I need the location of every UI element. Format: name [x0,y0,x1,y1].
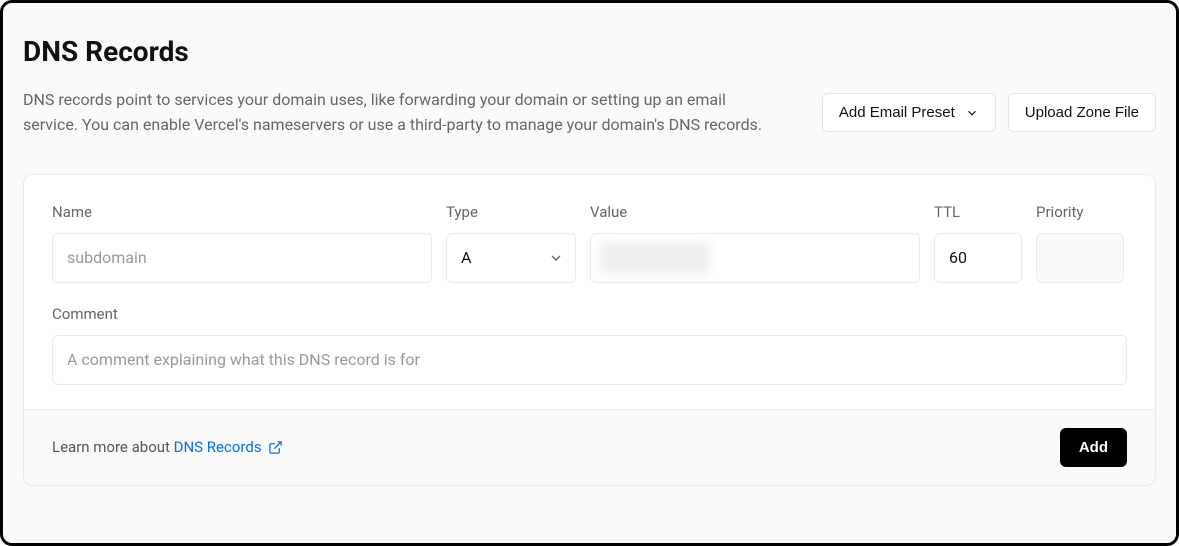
dns-records-page: DNS Records DNS records point to service… [3,3,1176,543]
form-body: Name Type A Value [24,175,1155,409]
comment-input[interactable] [52,335,1127,385]
name-field-group: Name [52,203,432,283]
ttl-label: TTL [934,203,1022,221]
ttl-input[interactable] [934,233,1022,283]
value-redacted-placeholder [600,243,710,273]
add-email-preset-button[interactable]: Add Email Preset [822,93,996,132]
type-select[interactable]: A [446,233,576,283]
form-row-main: Name Type A Value [52,203,1127,283]
learn-more-text: Learn more about DNS Records [52,438,283,456]
add-email-preset-label: Add Email Preset [839,104,955,121]
card-footer: Learn more about DNS Records Add [24,409,1155,485]
external-link-icon [268,440,283,455]
chevron-down-icon [965,106,979,120]
priority-field-group: Priority [1036,203,1124,283]
upload-zone-file-button[interactable]: Upload Zone File [1008,93,1156,132]
priority-input [1036,233,1124,283]
type-label: Type [446,203,576,221]
name-input[interactable] [52,233,432,283]
name-label: Name [52,203,432,221]
priority-label: Priority [1036,203,1124,221]
value-field-group: Value [590,203,920,283]
upload-zone-file-label: Upload Zone File [1025,104,1139,121]
learn-more-prefix: Learn more about [52,438,174,456]
page-header: DNS Records DNS records point to service… [23,35,1156,138]
header-actions: Add Email Preset Upload Zone File [822,93,1156,132]
page-description: DNS records point to services your domai… [23,88,763,138]
add-button-label: Add [1079,439,1108,456]
dns-record-form-card: Name Type A Value [23,174,1156,486]
ttl-field-group: TTL [934,203,1022,283]
type-field-group: Type A [446,203,576,283]
dns-records-link[interactable]: DNS Records [174,438,283,456]
comment-field-group: Comment [52,305,1127,385]
dns-records-link-text: DNS Records [174,438,262,456]
value-label: Value [590,203,920,221]
add-button[interactable]: Add [1060,428,1127,467]
page-title: DNS Records [23,35,783,68]
comment-label: Comment [52,305,1127,323]
